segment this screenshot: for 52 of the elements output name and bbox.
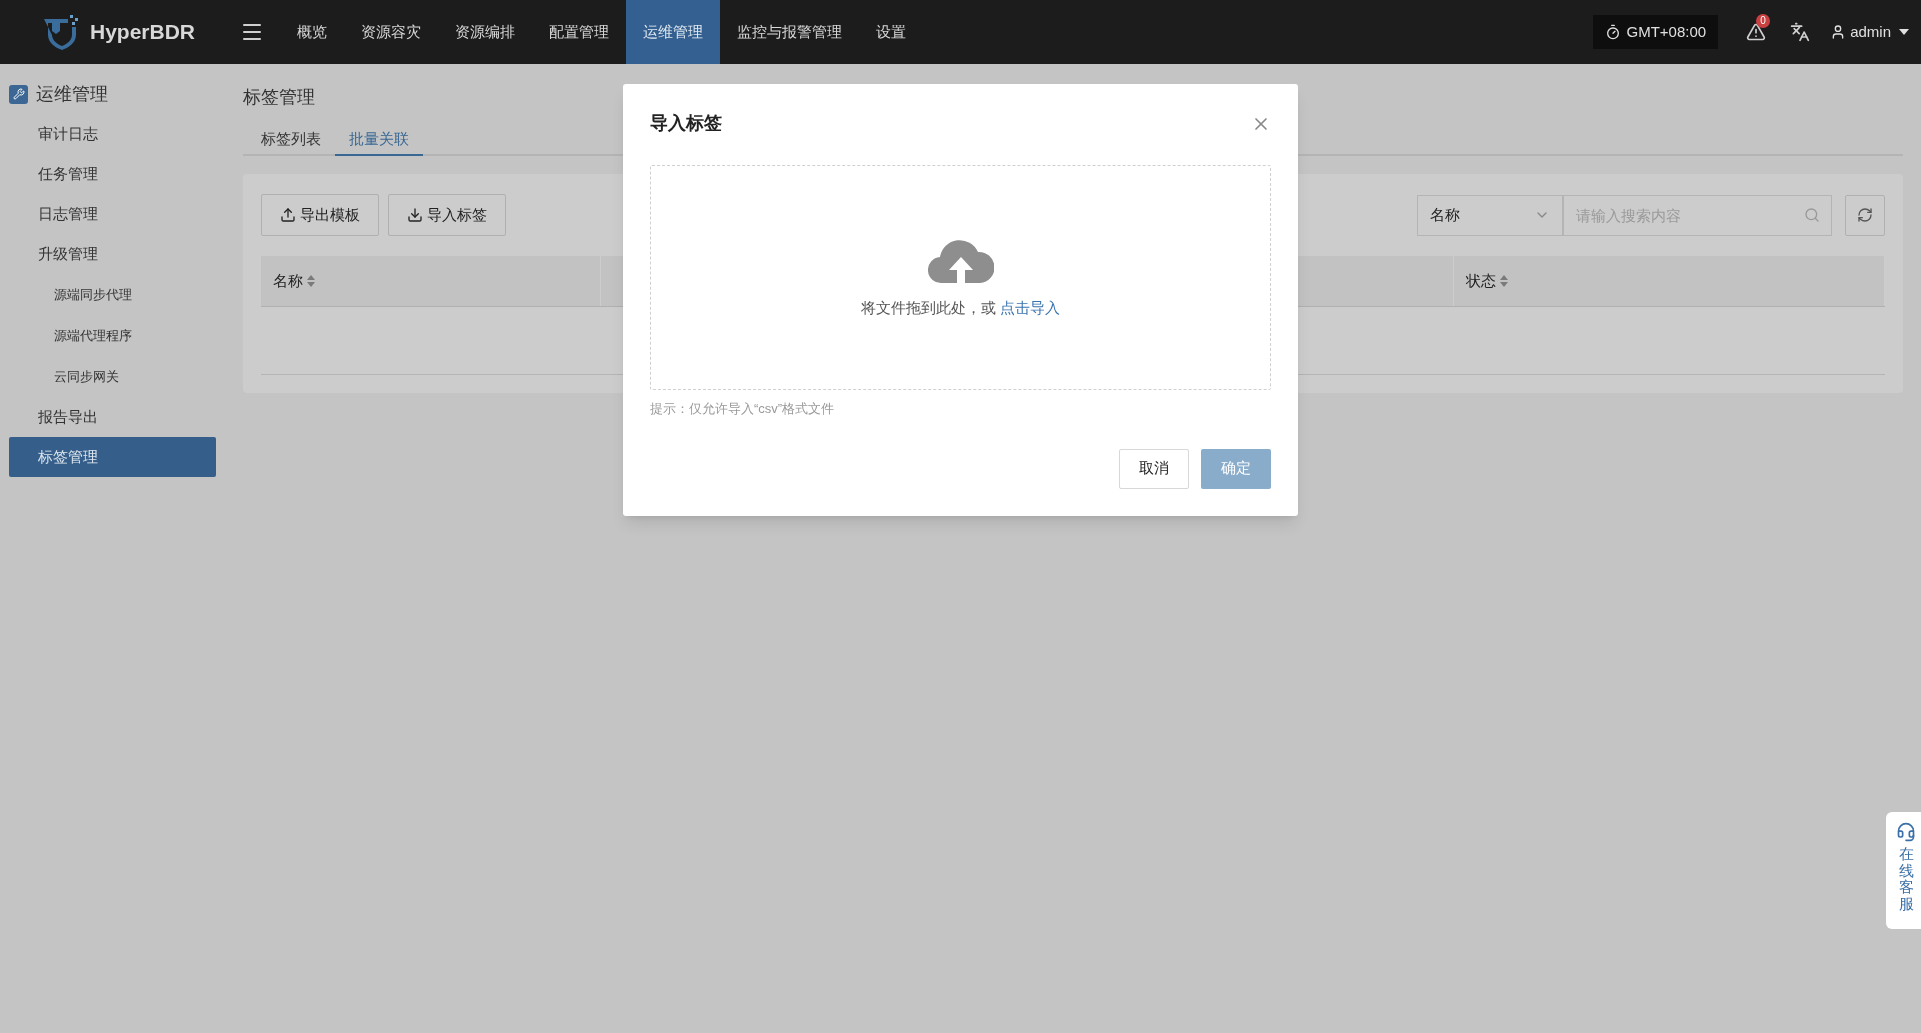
wrench-icon (9, 84, 28, 104)
download-icon (407, 207, 423, 223)
column-header[interactable]: 状态 (1454, 256, 1885, 306)
stopwatch-icon (1604, 24, 1621, 40)
format-hint: 提示：仅允许导入“csv”格式文件 (650, 400, 836, 418)
nav-tab[interactable]: 配置管理 (532, 0, 626, 64)
sort-icon[interactable] (307, 275, 315, 287)
search-icon (1804, 206, 1820, 223)
nav-tab[interactable]: 运维管理 (626, 0, 720, 64)
cancel-button[interactable]: 取消 (1119, 448, 1189, 489)
timezone-badge[interactable]: GMT+08:00 (1592, 15, 1719, 49)
sidebar-item[interactable]: 任务管理 (9, 154, 216, 194)
language-icon[interactable] (1790, 22, 1811, 42)
logo-text: HyperBDR (90, 19, 196, 46)
alert-icon[interactable] (1746, 22, 1767, 42)
column-header[interactable]: 名称 (261, 256, 601, 306)
timezone-text: GMT+08:00 (1626, 21, 1707, 42)
nav-tab[interactable]: 资源编排 (438, 0, 532, 64)
sidebar-subitem[interactable]: 云同步网关 (9, 356, 216, 397)
nav-tab[interactable]: 概览 (280, 0, 344, 64)
nav-tab[interactable]: 设置 (859, 0, 923, 64)
import-tags-button[interactable]: 导入标签 (388, 194, 506, 236)
export-template-button[interactable]: 导出模板 (261, 194, 379, 236)
nav-tab[interactable]: 资源容灾 (344, 0, 438, 64)
upload-icon (280, 207, 296, 223)
headset-icon (1896, 822, 1916, 842)
alert-count-badge: 0 (1756, 14, 1770, 28)
online-support-tab[interactable]: 在线客服 (1886, 812, 1921, 929)
search-field-select[interactable]: 名称 (1417, 194, 1563, 236)
click-import-link[interactable]: 点击导入 (1000, 299, 1060, 317)
sidebar-item[interactable]: 标签管理 (9, 437, 216, 477)
drop-instruction: 将文件拖到此处，或 点击导入 (861, 298, 1060, 319)
nav-tab[interactable]: 监控与报警管理 (720, 0, 859, 64)
tab[interactable]: 标签列表 (247, 124, 335, 156)
sidebar-subitem[interactable]: 源端同步代理 (9, 274, 216, 315)
sidebar-item[interactable]: 审计日志 (9, 114, 216, 154)
file-drop-zone[interactable]: 将文件拖到此处，或 点击导入 (650, 165, 1271, 390)
sidebar-item[interactable]: 升级管理 (9, 234, 216, 274)
tab[interactable]: 批量关联 (335, 124, 423, 156)
user-name: admin (1850, 21, 1891, 42)
sort-icon[interactable] (1500, 275, 1508, 287)
online-support-text: 在线客服 (1898, 846, 1914, 912)
sidebar-title: 运维管理 (36, 82, 108, 106)
refresh-icon (1857, 207, 1873, 223)
refresh-button[interactable] (1845, 194, 1885, 236)
caret-icon (1899, 29, 1909, 35)
page-title: 标签管理 (243, 86, 316, 109)
sidebar-item[interactable]: 报告导出 (9, 397, 216, 437)
sidebar-item[interactable]: 日志管理 (9, 194, 216, 234)
sidebar-subitem[interactable]: 源端代理程序 (9, 315, 216, 356)
dialog-title: 导入标签 (650, 112, 722, 135)
user-menu[interactable]: admin (1830, 20, 1909, 44)
